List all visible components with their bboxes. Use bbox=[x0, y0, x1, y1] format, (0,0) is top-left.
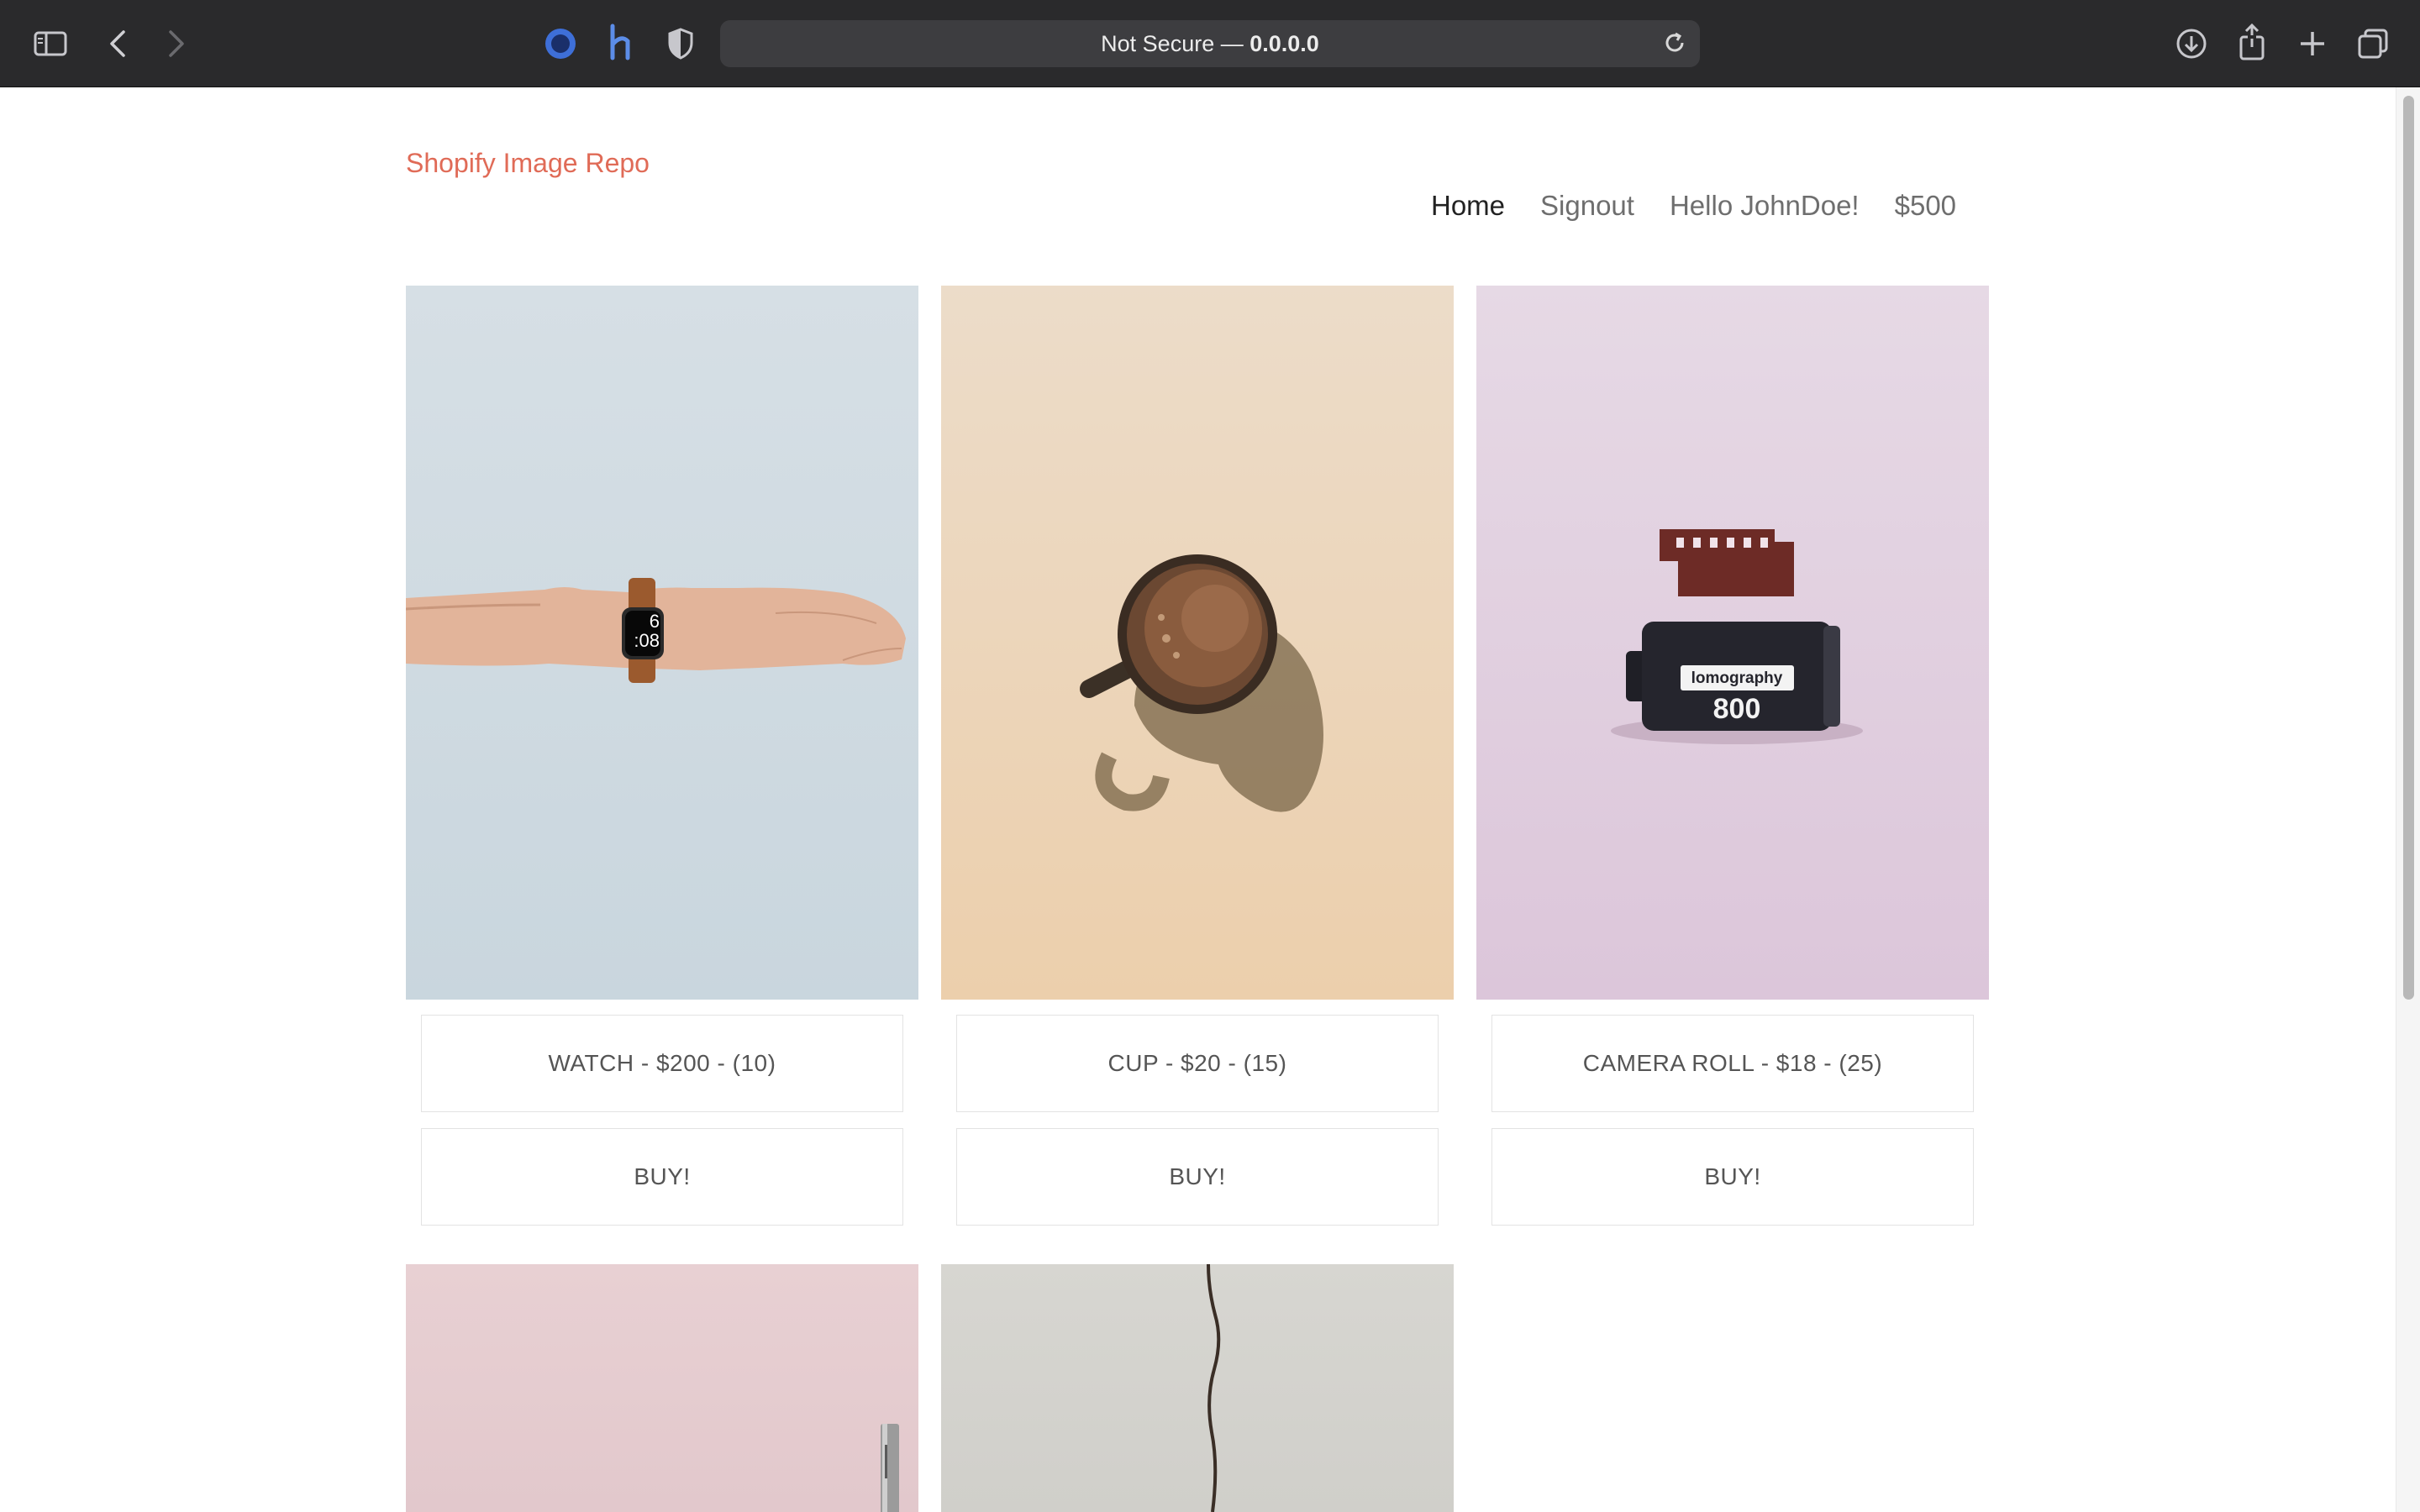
product-image-cup bbox=[941, 286, 1454, 1000]
nav-home[interactable]: Home bbox=[1431, 190, 1505, 222]
back-icon[interactable] bbox=[99, 25, 136, 62]
product-label: WATCH - $200 - (10) bbox=[421, 1015, 903, 1112]
scrollbar-thumb[interactable] bbox=[2403, 96, 2414, 1000]
film-brand-text: lomography bbox=[1691, 669, 1783, 687]
page-scrollbar[interactable] bbox=[2396, 87, 2420, 1512]
nav-signout[interactable]: Signout bbox=[1540, 190, 1634, 222]
site-brand[interactable]: Shopify Image Repo bbox=[406, 148, 650, 179]
shield-icon[interactable] bbox=[664, 25, 697, 62]
extension-privacy-icon[interactable] bbox=[541, 24, 580, 63]
address-bar[interactable]: Not Secure — 0.0.0.0 bbox=[720, 20, 1700, 67]
extension-honey-icon[interactable] bbox=[602, 22, 640, 64]
nav-greeting[interactable]: Hello JohnDoe! bbox=[1670, 190, 1860, 222]
buy-button[interactable]: BUY! bbox=[1491, 1128, 1974, 1226]
browser-toolbar: Not Secure — 0.0.0.0 bbox=[0, 0, 2420, 87]
forward-icon[interactable] bbox=[158, 25, 195, 62]
product-label: CUP - $20 - (15) bbox=[956, 1015, 1439, 1112]
share-icon[interactable] bbox=[2233, 22, 2270, 62]
watch-face-minutes: :08 bbox=[634, 630, 660, 651]
buy-button[interactable]: BUY! bbox=[956, 1128, 1439, 1226]
new-tab-icon[interactable] bbox=[2294, 25, 2331, 62]
product-label: CAMERA ROLL - $18 - (25) bbox=[1491, 1015, 1974, 1112]
buy-button[interactable]: BUY! bbox=[421, 1128, 903, 1226]
product-image-watch: 6 :08 bbox=[406, 286, 918, 1000]
downloads-icon[interactable] bbox=[2173, 25, 2210, 62]
address-host: 0.0.0.0 bbox=[1249, 30, 1319, 56]
product-image-pen bbox=[406, 1264, 918, 1512]
product-image-lamp bbox=[941, 1264, 1454, 1512]
nav-balance[interactable]: $500 bbox=[1895, 190, 1956, 222]
film-iso-text: 800 bbox=[1713, 693, 1761, 725]
tab-overview-icon[interactable] bbox=[2354, 25, 2391, 62]
sidebar-toggle-icon[interactable] bbox=[32, 25, 69, 62]
address-prefix: Not Secure — bbox=[1101, 30, 1244, 56]
main-nav: Home Signout Hello JohnDoe! $500 bbox=[1431, 190, 1991, 222]
reload-icon[interactable] bbox=[1661, 29, 1688, 56]
watch-face-hour: 6 bbox=[650, 611, 660, 632]
product-image-camera-roll: lomography 800 bbox=[1476, 286, 1989, 1000]
